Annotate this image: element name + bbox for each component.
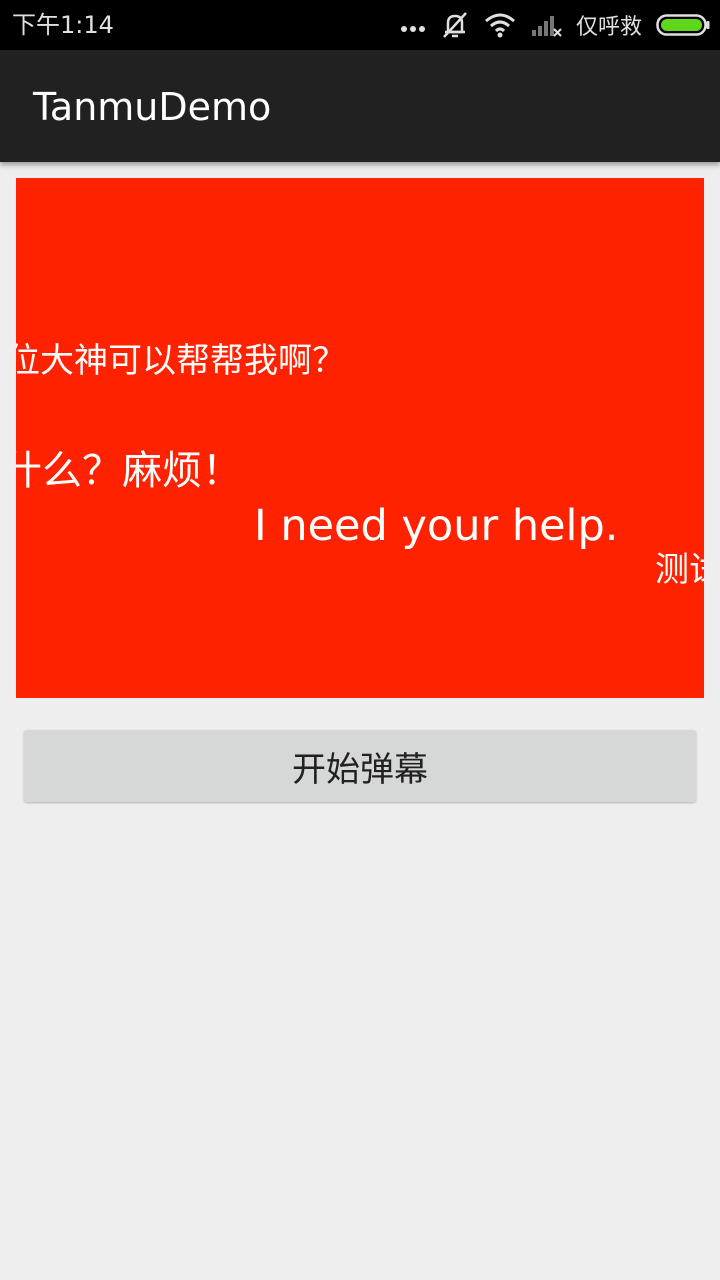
- danmaku-message: 测试: [655, 550, 704, 590]
- carrier-label: 仅呼救: [575, 15, 642, 40]
- status-bar: 下午1:14 仅呼救: [0, 0, 720, 50]
- app-title: TanmuDemo: [33, 85, 272, 129]
- app-bar: TanmuDemo: [0, 50, 720, 162]
- danmaku-message: 什么？麻烦！: [16, 448, 242, 494]
- signal-icon: [530, 12, 562, 38]
- wifi-icon: [484, 12, 516, 38]
- danmaku-view: 位大神可以帮帮我啊？ 什么？麻烦！ I need your help. 测试: [16, 178, 704, 698]
- danmaku-message: 位大神可以帮帮我啊？: [16, 341, 346, 381]
- status-time: 下午1:14: [12, 11, 114, 39]
- danmaku-message: I need your help.: [254, 501, 619, 551]
- mute-icon: [440, 10, 470, 40]
- more-dots-icon: [400, 15, 426, 35]
- status-icons: 仅呼救: [400, 6, 710, 44]
- start-danmaku-button[interactable]: 开始弹幕: [24, 730, 696, 802]
- battery-icon: [656, 13, 710, 37]
